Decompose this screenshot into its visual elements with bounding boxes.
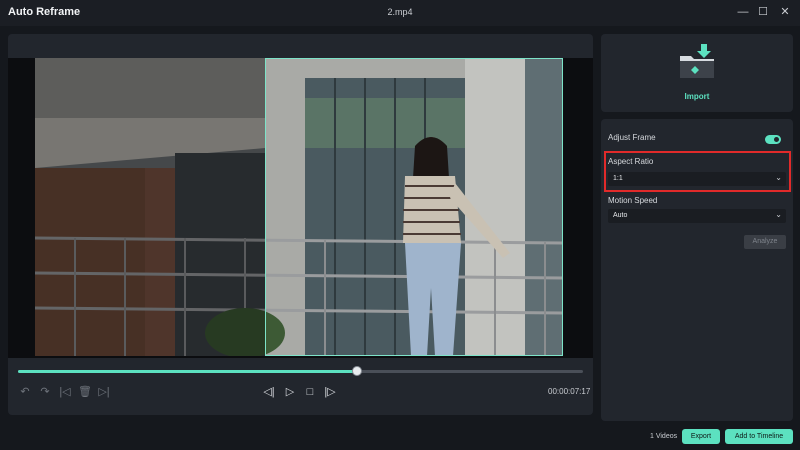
chevron-down-icon: ⌄ <box>775 173 782 182</box>
preview-panel: ↶ ↷ |◁ 🗑 ▷| ◁| ▷ □ |▷ 00:00:07:17 <box>8 34 593 415</box>
analyze-button[interactable]: Analyze <box>744 235 786 249</box>
adjust-frame-label: Adjust Frame <box>608 133 656 142</box>
crop-frame[interactable] <box>265 58 563 356</box>
aspect-ratio-label: Aspect Ratio <box>608 157 654 166</box>
settings-panel: Adjust Frame Aspect Ratio 1:1 ⌄ Motion S… <box>601 119 793 421</box>
title-bar: Auto Reframe 2.mp4 — ☐ ✕ <box>0 0 800 26</box>
maximize-button[interactable]: ☐ <box>756 5 770 19</box>
redo-button[interactable]: ↷ <box>38 385 52 399</box>
close-button[interactable]: ✕ <box>778 5 792 19</box>
timeline-progress <box>18 370 357 373</box>
toggle-knob <box>774 137 779 142</box>
file-title: 2.mp4 <box>387 7 413 17</box>
chevron-down-icon: ⌄ <box>775 210 782 219</box>
mark-in-button[interactable]: |◁ <box>58 385 72 399</box>
videos-count: 1 Videos <box>650 433 678 440</box>
play-button[interactable]: ▷ <box>283 385 297 399</box>
video-preview[interactable] <box>8 58 593 358</box>
stop-button[interactable]: □ <box>303 385 317 399</box>
next-frame-button[interactable]: |▷ <box>323 385 337 399</box>
undo-button[interactable]: ↶ <box>18 385 32 399</box>
delete-button[interactable]: 🗑 <box>78 385 92 399</box>
minimize-button[interactable]: — <box>736 5 750 19</box>
motion-speed-label: Motion Speed <box>608 196 658 205</box>
motion-speed-value: Auto <box>613 212 628 219</box>
aspect-ratio-value: 1:1 <box>613 175 623 182</box>
mark-out-button[interactable]: ▷| <box>97 385 111 399</box>
export-button[interactable]: Export <box>682 429 720 444</box>
add-to-timeline-button[interactable]: Add to Timeline <box>725 429 793 444</box>
aspect-ratio-select[interactable]: 1:1 ⌄ <box>608 172 786 186</box>
timecode: 00:00:07:17 <box>548 387 591 396</box>
motion-speed-select[interactable]: Auto ⌄ <box>608 209 786 223</box>
adjust-frame-toggle[interactable] <box>765 135 781 144</box>
prev-frame-button[interactable]: ◁| <box>262 385 276 399</box>
outside-crop-overlay <box>35 58 265 356</box>
playhead-handle[interactable] <box>352 366 362 376</box>
import-button[interactable]: Import <box>601 34 793 112</box>
folder-import-icon <box>680 44 714 78</box>
import-label: Import <box>684 92 710 101</box>
